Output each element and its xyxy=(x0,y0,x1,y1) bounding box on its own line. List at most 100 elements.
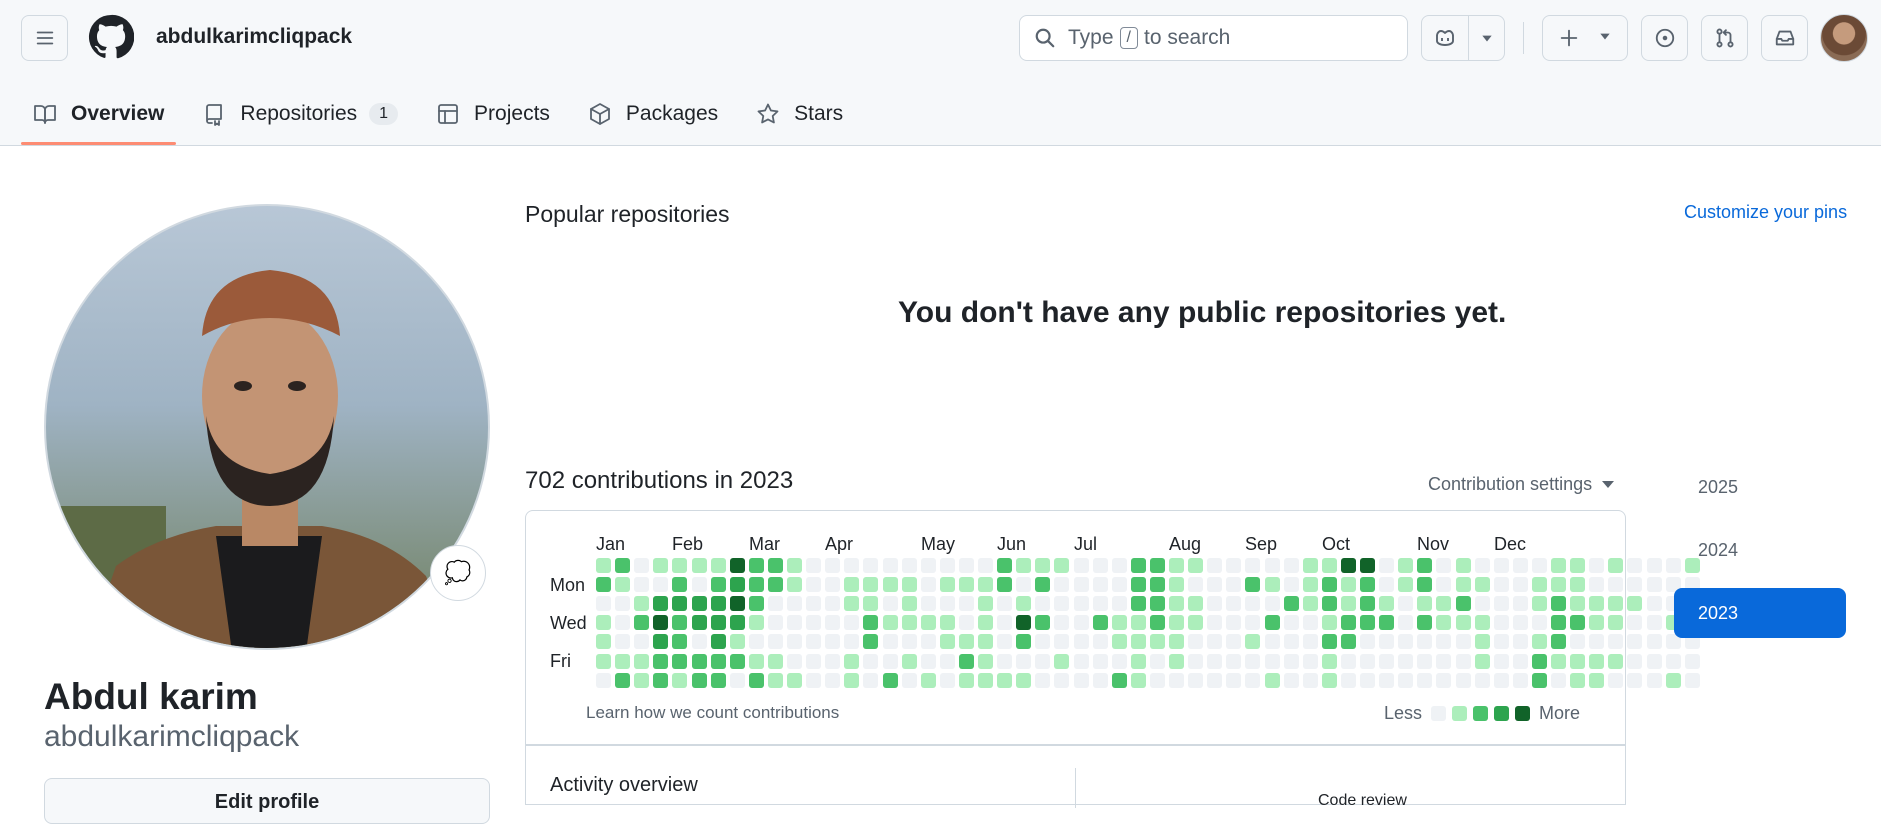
contribution-day[interactable] xyxy=(1398,634,1413,649)
contribution-day[interactable] xyxy=(672,596,687,611)
contribution-day[interactable] xyxy=(978,673,993,688)
contribution-day[interactable] xyxy=(653,558,668,573)
contribution-day[interactable] xyxy=(768,577,783,592)
contribution-day[interactable] xyxy=(1551,596,1566,611)
contribution-day[interactable] xyxy=(1589,634,1604,649)
contribution-day[interactable] xyxy=(1245,577,1260,592)
contribution-day[interactable] xyxy=(1589,673,1604,688)
contribution-day[interactable] xyxy=(921,634,936,649)
contribution-day[interactable] xyxy=(825,558,840,573)
contribution-day[interactable] xyxy=(902,577,917,592)
contribution-day[interactable] xyxy=(997,558,1012,573)
contribution-day[interactable] xyxy=(787,654,802,669)
contribution-day[interactable] xyxy=(997,634,1012,649)
contribution-day[interactable] xyxy=(997,673,1012,688)
contribution-day[interactable] xyxy=(883,615,898,630)
contribution-day[interactable] xyxy=(883,558,898,573)
contribution-day[interactable] xyxy=(1074,596,1089,611)
contribution-day[interactable] xyxy=(863,654,878,669)
contribution-day[interactable] xyxy=(768,673,783,688)
contribution-day[interactable] xyxy=(921,596,936,611)
contribution-day[interactable] xyxy=(692,673,707,688)
contribution-day[interactable] xyxy=(1627,615,1642,630)
contribution-day[interactable] xyxy=(825,615,840,630)
contribution-day[interactable] xyxy=(615,577,630,592)
contribution-day[interactable] xyxy=(1322,673,1337,688)
contribution-day[interactable] xyxy=(1647,673,1662,688)
contribution-day[interactable] xyxy=(1417,558,1432,573)
contribution-day[interactable] xyxy=(863,596,878,611)
contribution-day[interactable] xyxy=(1436,673,1451,688)
contribution-day[interactable] xyxy=(1608,634,1623,649)
contribution-day[interactable] xyxy=(921,673,936,688)
contribution-day[interactable] xyxy=(692,634,707,649)
contribution-day[interactable] xyxy=(672,654,687,669)
issues-button[interactable] xyxy=(1641,15,1688,61)
contribution-day[interactable] xyxy=(1093,596,1108,611)
contribution-day[interactable] xyxy=(1513,577,1528,592)
contribution-day[interactable] xyxy=(1016,558,1031,573)
contribution-day[interactable] xyxy=(978,596,993,611)
contribution-day[interactable] xyxy=(1398,577,1413,592)
contribution-day[interactable] xyxy=(997,577,1012,592)
contribution-day[interactable] xyxy=(1551,654,1566,669)
contribution-day[interactable] xyxy=(1379,654,1394,669)
contribution-day[interactable] xyxy=(634,654,649,669)
contribution-day[interactable] xyxy=(615,673,630,688)
contribution-day[interactable] xyxy=(730,634,745,649)
contribution-day[interactable] xyxy=(921,615,936,630)
contribution-day[interactable] xyxy=(1054,654,1069,669)
contribution-day[interactable] xyxy=(768,596,783,611)
contribution-day[interactable] xyxy=(1570,654,1585,669)
contribution-day[interactable] xyxy=(634,558,649,573)
contribution-day[interactable] xyxy=(1265,558,1280,573)
contribution-day[interactable] xyxy=(1226,615,1241,630)
contribution-day[interactable] xyxy=(634,673,649,688)
contribution-day[interactable] xyxy=(692,615,707,630)
contribution-day[interactable] xyxy=(1131,673,1146,688)
year-2023[interactable]: 2023 xyxy=(1674,588,1846,638)
contribution-day[interactable] xyxy=(1284,673,1299,688)
contribution-day[interactable] xyxy=(1245,615,1260,630)
contribution-day[interactable] xyxy=(1169,615,1184,630)
contribution-day[interactable] xyxy=(1627,558,1642,573)
search-input[interactable]: Type / to search xyxy=(1019,15,1408,61)
contribution-day[interactable] xyxy=(615,634,630,649)
contribution-day[interactable] xyxy=(1456,577,1471,592)
contribution-day[interactable] xyxy=(1398,654,1413,669)
contribution-day[interactable] xyxy=(921,558,936,573)
contribution-day[interactable] xyxy=(1016,654,1031,669)
set-status-button[interactable]: 💭 xyxy=(430,545,486,601)
contribution-day[interactable] xyxy=(1265,634,1280,649)
contribution-day[interactable] xyxy=(1303,673,1318,688)
contribution-day[interactable] xyxy=(959,558,974,573)
contribution-day[interactable] xyxy=(1685,673,1700,688)
contribution-day[interactable] xyxy=(1112,577,1127,592)
contribution-day[interactable] xyxy=(1647,596,1662,611)
tab-packages[interactable]: Packages xyxy=(576,86,730,142)
contribution-day[interactable] xyxy=(1207,558,1222,573)
contribution-day[interactable] xyxy=(1360,634,1375,649)
tab-stars[interactable]: Stars xyxy=(744,86,855,142)
contribution-day[interactable] xyxy=(1379,673,1394,688)
contribution-day[interactable] xyxy=(825,577,840,592)
contribution-day[interactable] xyxy=(940,558,955,573)
contribution-day[interactable] xyxy=(1131,615,1146,630)
contribution-day[interactable] xyxy=(883,577,898,592)
contribution-day[interactable] xyxy=(959,615,974,630)
contribution-day[interactable] xyxy=(1551,615,1566,630)
learn-contributions-link[interactable]: Learn how we count contributions xyxy=(586,703,839,723)
contribution-day[interactable] xyxy=(863,558,878,573)
contribution-day[interactable] xyxy=(1188,634,1203,649)
contribution-day[interactable] xyxy=(1627,596,1642,611)
contribution-day[interactable] xyxy=(634,577,649,592)
contribution-day[interactable] xyxy=(1322,634,1337,649)
contribution-day[interactable] xyxy=(978,577,993,592)
contribution-day[interactable] xyxy=(844,673,859,688)
contribution-day[interactable] xyxy=(806,596,821,611)
contribution-day[interactable] xyxy=(940,673,955,688)
contribution-day[interactable] xyxy=(596,673,611,688)
contribution-day[interactable] xyxy=(749,577,764,592)
contribution-day[interactable] xyxy=(1303,615,1318,630)
contribution-day[interactable] xyxy=(844,654,859,669)
